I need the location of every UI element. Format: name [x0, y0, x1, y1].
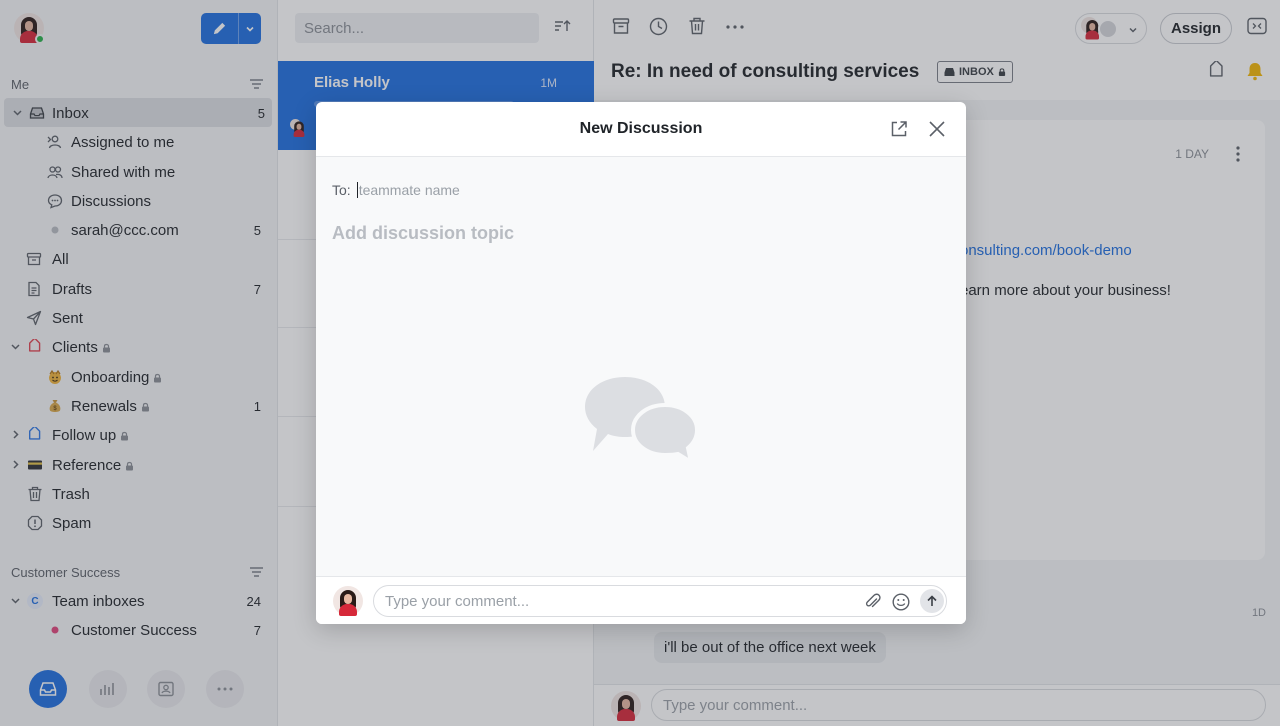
close-icon[interactable] — [928, 120, 946, 138]
attachment-icon[interactable] — [864, 593, 882, 611]
modal-footer — [316, 576, 966, 624]
send-button[interactable] — [920, 589, 944, 613]
discussion-topic-input[interactable] — [332, 223, 932, 244]
modal-comment-input[interactable] — [385, 592, 855, 610]
empty-discussion-icon — [585, 377, 697, 463]
modal-title: New Discussion — [579, 120, 703, 137]
modal-header: New Discussion — [316, 102, 966, 157]
to-label: To: — [332, 182, 351, 198]
modal-comment-field[interactable] — [373, 585, 947, 617]
popout-icon[interactable] — [890, 120, 908, 138]
new-discussion-modal: New Discussion To: — [316, 102, 966, 624]
commenter-avatar — [333, 586, 363, 616]
modal-body: To: — [316, 157, 966, 576]
recipient-row: To: — [332, 182, 617, 198]
teammate-input[interactable] — [356, 182, 617, 198]
send-arrow-icon — [927, 595, 937, 606]
emoji-icon[interactable] — [892, 593, 910, 611]
